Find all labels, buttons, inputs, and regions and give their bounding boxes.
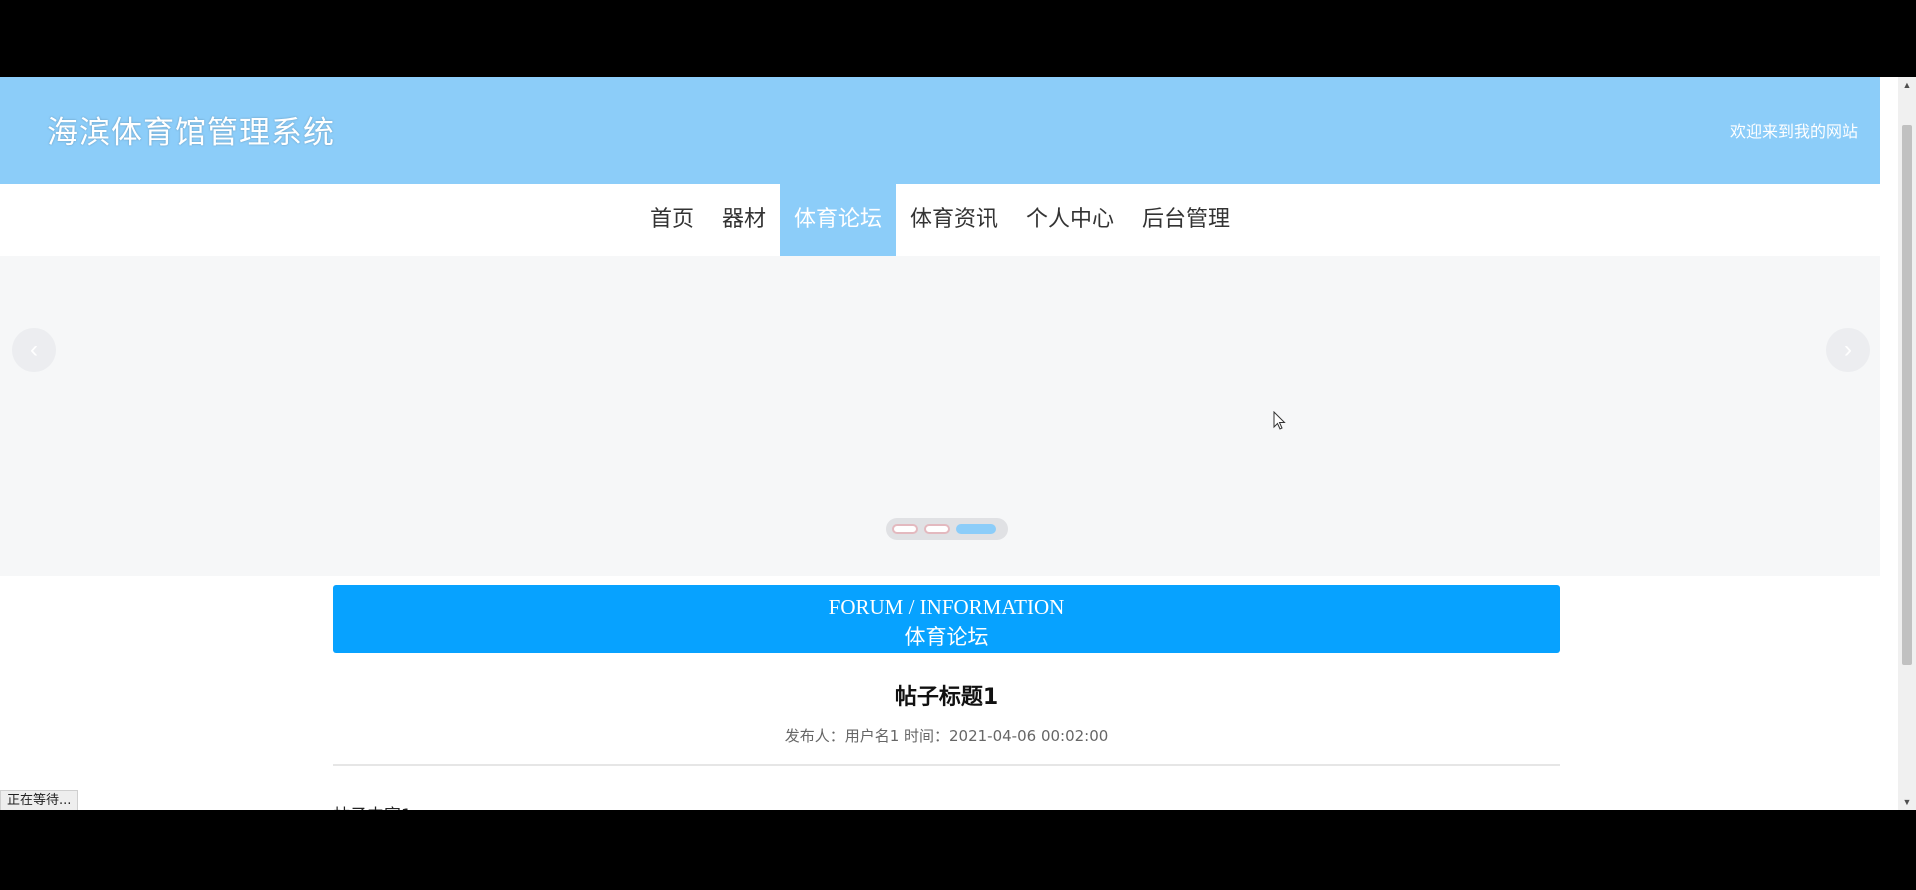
vertical-scrollbar[interactable]: ▲ ▼ [1898,77,1916,810]
scroll-thumb[interactable] [1902,125,1912,665]
post-title: 帖子标题1 [894,685,999,710]
scroll-up-arrow-icon[interactable]: ▲ [1898,77,1916,93]
post-content: 帖子内容1 [333,801,412,810]
nav-item-news[interactable]: 体育资讯 [896,184,1012,256]
banner-carousel: ‹ › [0,256,1880,576]
nav-item-forum[interactable]: 体育论坛 [779,184,896,256]
site-header: 海滨体育馆管理系统 欢迎来到我的网站 [0,77,1880,184]
section-header: FORUM / INFORMATION 体育论坛 [333,585,1560,653]
mouse-cursor-icon [1273,411,1286,430]
nav-item-equipment[interactable]: 器材 [708,184,780,256]
section-title-en: FORUM / INFORMATION [828,595,1065,619]
welcome-text: 欢迎来到我的网站 [1729,122,1858,141]
nav-item-profile[interactable]: 个人中心 [1012,184,1128,256]
nav-item-admin[interactable]: 后台管理 [1128,184,1244,256]
chevron-left-icon[interactable]: ‹ [12,328,56,372]
carousel-dot[interactable] [924,524,950,534]
carousel-indicators [886,518,1008,540]
main-nav: 首页 器材 体育论坛 体育资讯 个人中心 后台管理 [0,184,1880,256]
site-title: 海滨体育馆管理系统 [47,115,335,151]
post-meta: 发布人：用户名1 时间：2021-04-06 00:02:00 [784,727,1109,745]
browser-viewport: 海滨体育馆管理系统 欢迎来到我的网站 首页 器材 体育论坛 体育资讯 个人中心 … [0,77,1916,810]
carousel-dot-active[interactable] [956,524,996,534]
nav-item-home[interactable]: 首页 [636,184,708,256]
chevron-right-icon[interactable]: › [1826,328,1870,372]
carousel-dot[interactable] [892,524,918,534]
scroll-down-arrow-icon[interactable]: ▼ [1898,794,1916,810]
status-bar-loading: 正在等待... [0,790,79,810]
section-title-cn: 体育论坛 [904,625,989,649]
divider [333,764,1560,766]
